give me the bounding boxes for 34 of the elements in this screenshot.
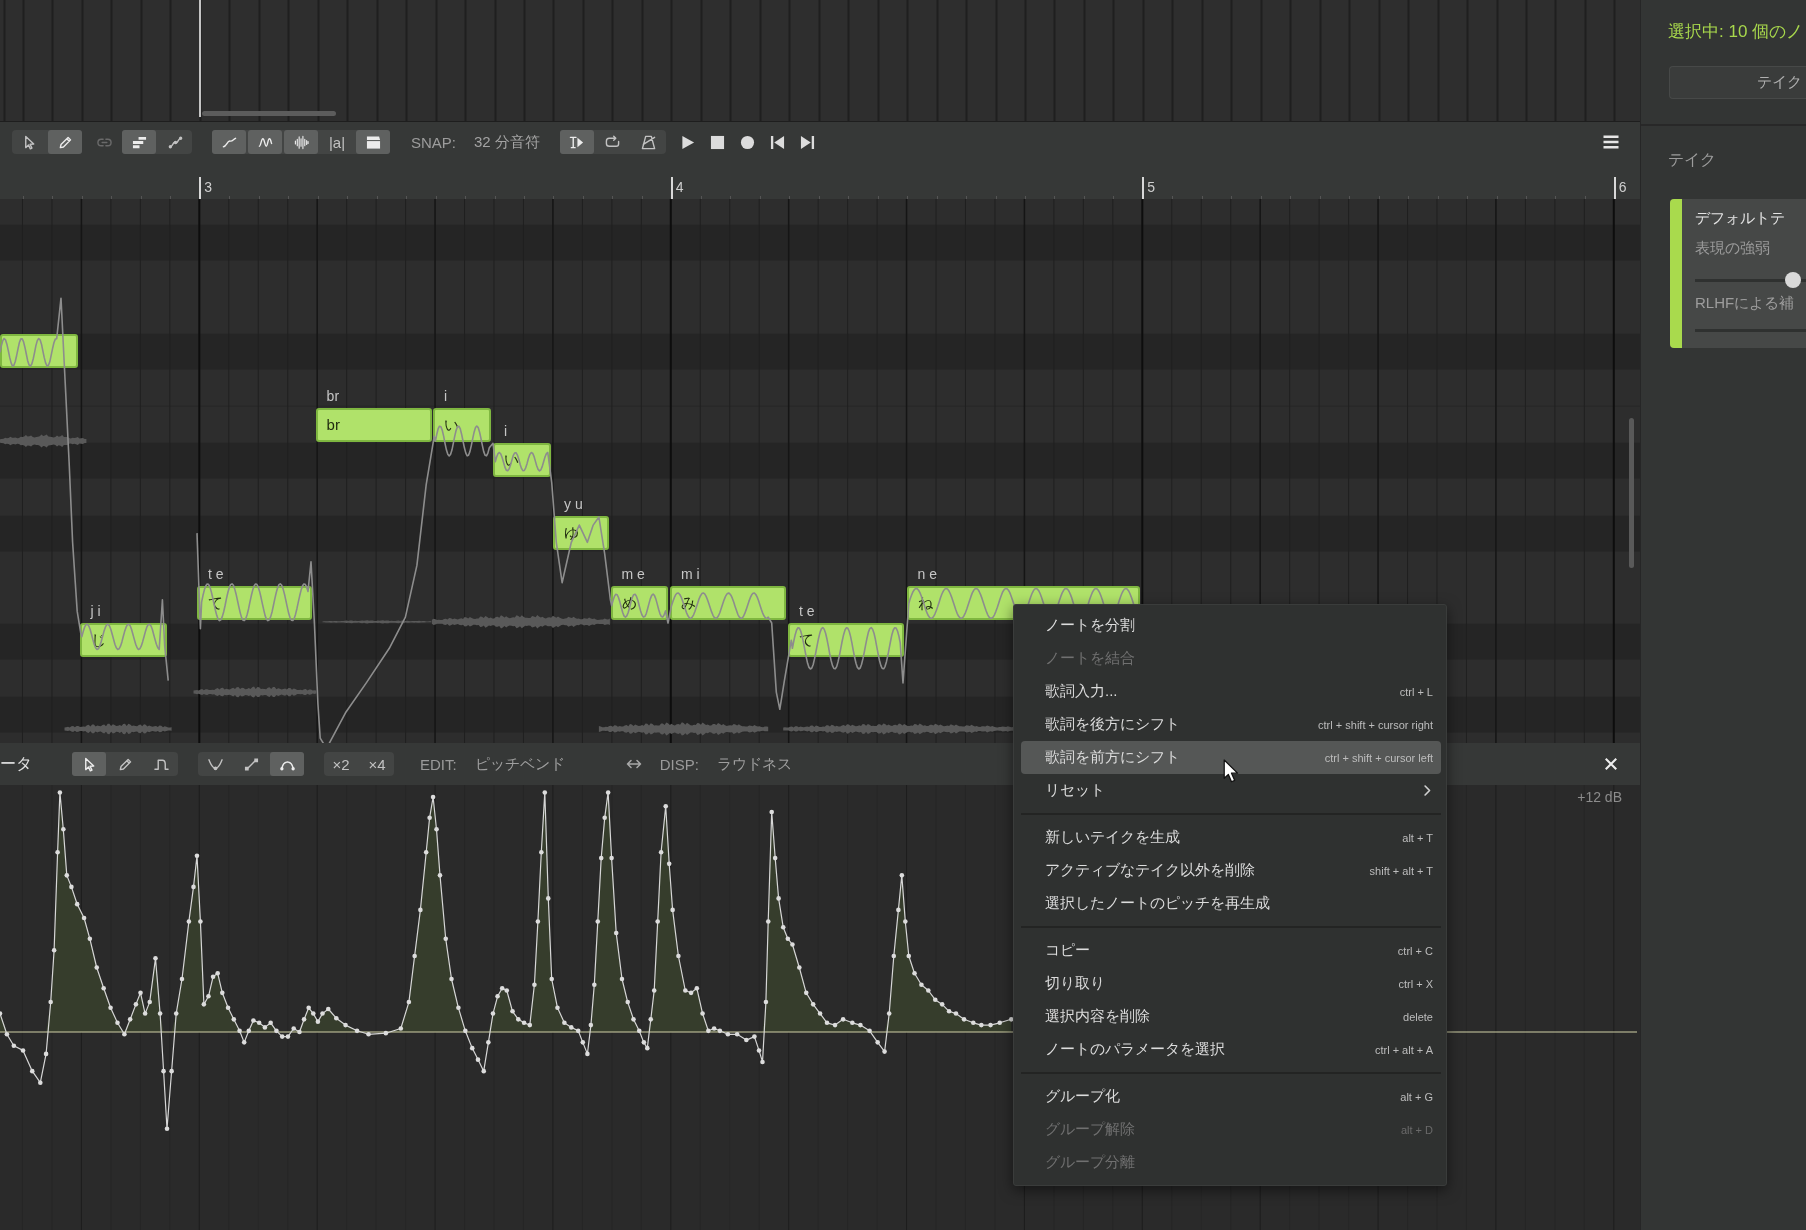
shortcut-text: ctrl + X [1398,977,1433,990]
selection-status: 選択中: 10 個のノ [1668,21,1805,43]
shortcut-text: ctrl + shift + cursor left [1324,751,1433,764]
shortcut-text: ctrl + L [1399,685,1433,698]
shortcut-text: ctrl + shift + cursor right [1318,718,1433,731]
bar-number: 4 [675,178,684,196]
phoneme-label: br [326,386,340,405]
phoneme-label: n e [917,565,937,583]
bar-number: 6 [1618,178,1627,196]
phoneme-label: t e [208,565,224,583]
phoneme-label: y u [564,495,583,513]
phoneme-label: j i [90,602,101,620]
edit-label: EDIT: [420,755,457,773]
shortcut-text: alt + T [1402,831,1433,844]
shortcut-text: shift + alt + T [1369,864,1433,877]
display-label: DISP: [659,755,699,773]
shortcut-text: ctrl + alt + A [1374,1043,1433,1056]
take-name: デフォルトテ [1695,208,1786,228]
bar-number: 3 [204,178,213,196]
bar-number: 5 [1147,178,1156,196]
panel-title: ータ [0,753,32,774]
phoneme-label: m e [621,565,645,583]
phoneme-label: t e [799,602,815,620]
shortcut-text: ctrl + C [1397,944,1433,957]
slider-label: RLHFによる補 [1695,293,1796,313]
snap-label: SNAP: [411,133,456,151]
phoneme-label: m i [681,565,700,583]
section-heading: テイク [1668,150,1717,170]
scale-label: +12 dB [1577,789,1622,805]
phoneme-label: i [444,386,448,405]
slider-label: 表現の強弱 [1695,238,1771,258]
shortcut-text: delete [1403,1010,1433,1023]
shortcut-text: alt + G [1400,1090,1433,1103]
phoneme-label: i [504,422,508,440]
